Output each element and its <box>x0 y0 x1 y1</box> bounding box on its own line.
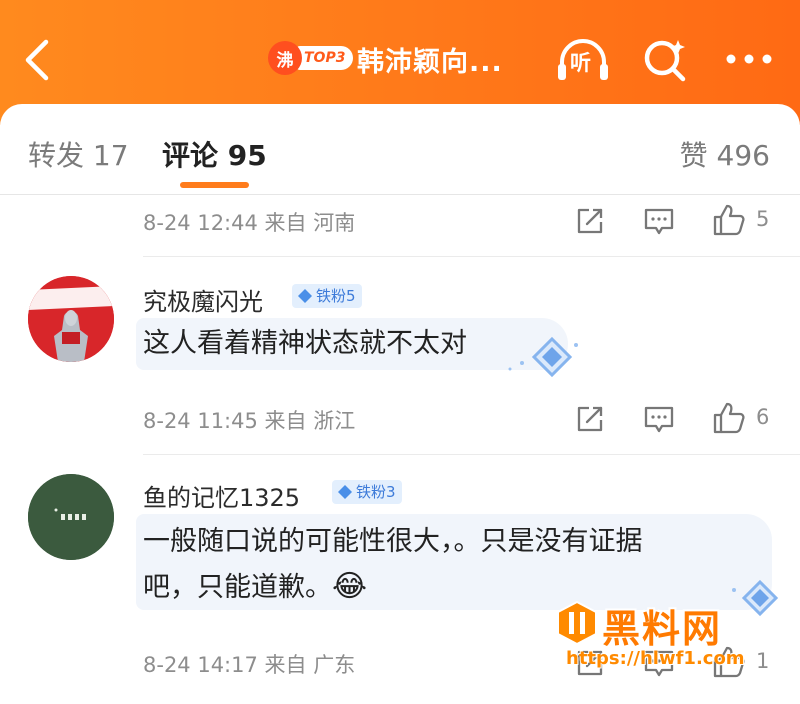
more-button[interactable] <box>724 46 774 72</box>
diamond-icon <box>298 289 312 303</box>
repost-icon <box>577 208 603 234</box>
comment-meta: 8-24 11:45 来自 浙江 <box>143 409 356 433</box>
listen-label: 听 <box>570 51 591 75</box>
page-title[interactable]: 韩沛颖向... <box>357 40 503 79</box>
search-button[interactable] <box>640 34 692 86</box>
like-count: 5 <box>756 207 770 231</box>
repost-button[interactable] <box>575 404 605 438</box>
comment-meta: 8-24 12:44 来自 河南 <box>143 211 356 235</box>
listen-button[interactable]: 听 <box>554 36 612 84</box>
like-button[interactable] <box>712 203 746 241</box>
repost-button[interactable] <box>575 206 605 240</box>
avatar[interactable] <box>28 276 114 362</box>
like-button[interactable] <box>712 401 746 439</box>
search-icon <box>644 40 686 82</box>
comment-meta: 8-24 14:17 来自 广东 <box>143 653 356 677</box>
avatar[interactable] <box>28 474 114 560</box>
hot-top-badge: TOP3 沸 <box>268 41 354 75</box>
sparkle-diamond-icon <box>508 336 578 378</box>
back-button[interactable] <box>18 36 58 84</box>
username[interactable]: 鱼的记忆1325 <box>143 478 300 513</box>
repost-icon <box>577 406 603 432</box>
reply-button[interactable] <box>643 207 675 239</box>
tab-comment[interactable]: 评论 95 <box>162 134 267 174</box>
comment-text-line-2: 吧，只能道歉。😂 <box>143 565 367 610</box>
chevron-left-icon <box>25 39 49 81</box>
comment-divider <box>143 454 800 455</box>
reply-button[interactable] <box>643 405 675 437</box>
watermark-url: https://hlwf1.com <box>566 648 745 669</box>
more-dots-icon <box>726 54 772 64</box>
hot-badge-char: 沸 <box>268 41 302 75</box>
username[interactable]: 究极魔闪光 <box>143 282 263 317</box>
thumbs-up-icon <box>713 204 745 236</box>
like-count: 6 <box>756 405 770 429</box>
diamond-icon <box>338 485 352 499</box>
laughing-emoji: 😂 <box>332 569 368 604</box>
thumbs-up-icon <box>713 402 745 434</box>
hot-badge-label: TOP3 <box>296 46 354 70</box>
active-tab-indicator <box>180 182 249 188</box>
tab-like[interactable]: 赞 496 <box>680 134 770 174</box>
fan-badge-label: 铁粉5 <box>316 287 356 305</box>
fan-badge-label: 铁粉3 <box>356 483 396 501</box>
comment-icon <box>644 406 674 433</box>
comment-text-line-1: 一般随口说的可能性很大，。只是没有证据 <box>143 526 643 557</box>
fan-badge: 铁粉5 <box>292 284 362 308</box>
comment-text: 这人看着精神状态就不太对 <box>143 328 467 359</box>
tab-repost[interactable]: 转发 17 <box>28 134 129 174</box>
fan-badge: 铁粉3 <box>332 480 402 504</box>
comment-text-line-2-text: 吧，只能道歉。 <box>143 572 332 603</box>
avatar-image <box>28 474 114 560</box>
watermark-logo-icon <box>557 600 597 646</box>
avatar-image <box>28 276 114 362</box>
comment-icon <box>644 208 674 235</box>
comment-divider <box>143 256 800 257</box>
watermark-title: 黑料网 <box>602 607 723 651</box>
watermark: 黑料网 https://hlwf1.com <box>548 598 778 682</box>
tab-divider <box>0 194 800 195</box>
